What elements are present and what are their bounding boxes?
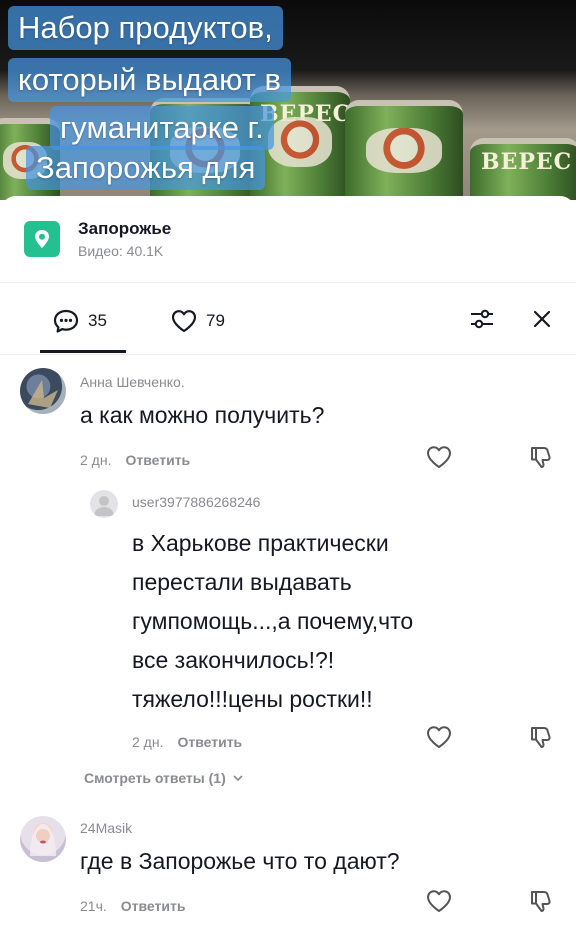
caption-line: гуманитарке г. <box>50 106 274 150</box>
heart-icon <box>427 726 451 748</box>
can-image <box>345 100 463 200</box>
comment-time: 2 дн. <box>132 734 164 750</box>
comments-count: 35 <box>88 311 107 330</box>
thumbs-down-icon <box>531 891 551 912</box>
comment-time: 2 дн. <box>80 452 112 468</box>
location-name: Запорожье <box>78 219 172 238</box>
comment-text-line: тяжело!!!цены ростки!! <box>132 686 373 712</box>
comment-author[interactable]: Анна Шевченко. <box>80 374 185 390</box>
comment-text-line: перестали выдавать <box>132 569 352 595</box>
avatar[interactable] <box>20 816 66 862</box>
location-views: Видео: 40.1K <box>78 243 164 259</box>
comment-author[interactable]: user3977886268246 <box>132 494 260 510</box>
comment-icon <box>53 309 79 333</box>
divider <box>0 282 576 283</box>
caption-line: который выдают в <box>8 58 291 102</box>
like-button[interactable] <box>424 442 454 472</box>
caption-line: Набор продуктов, <box>8 6 283 50</box>
heart-icon <box>171 310 197 333</box>
thumbs-down-icon <box>531 447 551 468</box>
comment-text-line: в Харькове практически <box>132 530 389 556</box>
reply-button[interactable]: Ответить <box>125 452 190 468</box>
can-brand-label: ВЕРЕС <box>481 149 573 176</box>
filter-button[interactable] <box>467 304 497 334</box>
sliders-icon <box>471 309 493 329</box>
stats-bar: 35 79 <box>0 284 576 354</box>
caption-line: Запорожья для <box>26 146 266 190</box>
avatar[interactable] <box>20 368 66 414</box>
comment-time: 21ч. <box>80 898 107 914</box>
tab-comments[interactable]: 35 <box>52 308 107 334</box>
dislike-button[interactable] <box>526 722 556 752</box>
comment-text-line: все закончилось!?! <box>132 647 335 673</box>
active-tab-indicator <box>40 350 126 353</box>
comment-item: 24Masik где в Запорожье что то дают? 21ч… <box>0 806 576 932</box>
like-button[interactable] <box>424 722 454 752</box>
avatar[interactable] <box>90 490 118 518</box>
can-image: ВЕРЕС <box>470 138 576 200</box>
view-replies-label: Смотреть ответы (1) <box>84 770 226 786</box>
comment-text: в Харькове практически перестали выдават… <box>132 524 413 719</box>
location-pin-icon <box>24 221 60 257</box>
heart-icon <box>427 446 451 468</box>
reply-item: user3977886268246 в Харькове практически… <box>0 480 576 810</box>
dislike-button[interactable] <box>526 442 556 472</box>
comment-text: а как можно получить? <box>80 402 325 428</box>
likes-count: 79 <box>206 311 225 330</box>
comment-author[interactable]: 24Masik <box>80 820 132 836</box>
video-thumbnail[interactable]: ВЕРЕС ВЕРЕС Набор продуктов, который выд… <box>0 0 576 200</box>
heart-icon <box>427 890 451 912</box>
close-button[interactable] <box>527 304 557 334</box>
dislike-button[interactable] <box>526 886 556 916</box>
comments-sheet: Запорожье Видео: 40.1K 35 79 Анна Шевчен… <box>0 196 576 932</box>
chevron-down-icon <box>233 775 243 782</box>
thumbs-down-icon <box>531 727 551 748</box>
comment-text-line: гумпомощь...,а почему,что <box>132 608 414 634</box>
reply-button[interactable]: Ответить <box>177 734 242 750</box>
tab-likes[interactable]: 79 <box>170 308 225 334</box>
location-row[interactable]: Запорожье Видео: 40.1K <box>24 214 552 264</box>
close-icon <box>533 310 551 328</box>
comment-text: где в Запорожье что то дают? <box>80 848 400 874</box>
like-button[interactable] <box>424 886 454 916</box>
view-replies-button[interactable]: Смотреть ответы (1) <box>84 770 244 786</box>
reply-button[interactable]: Ответить <box>121 898 186 914</box>
